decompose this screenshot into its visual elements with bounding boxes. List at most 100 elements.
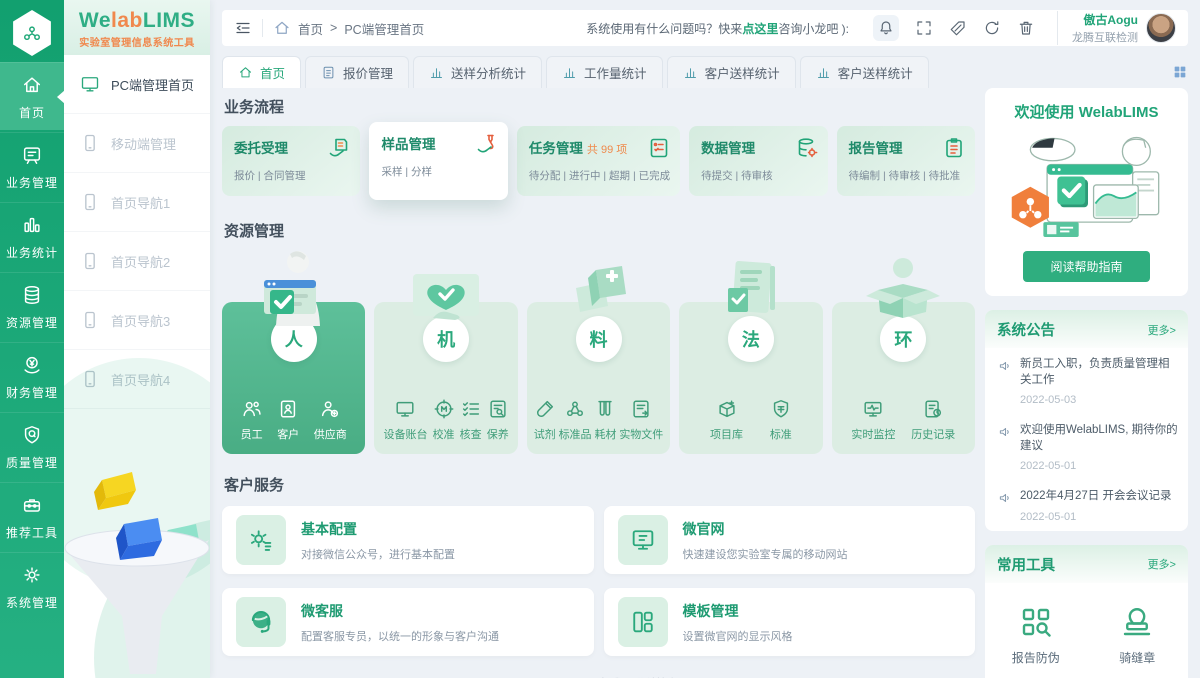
- rail-item-system-mgmt[interactable]: 系统管理: [0, 552, 64, 620]
- flow-card-title: 委托受理: [234, 141, 288, 156]
- fullscreen-icon[interactable]: [915, 19, 933, 37]
- flow-card-sample-mgmt[interactable]: 样品管理 采样 | 分样: [369, 122, 508, 200]
- resource-item-staff[interactable]: 员工: [241, 398, 263, 442]
- tool-report-antifake[interactable]: 报告防伪: [985, 591, 1087, 674]
- id-card-icon: [281, 400, 296, 418]
- chart-icon: [431, 68, 443, 78]
- subnav-item-mobile[interactable]: 移动端管理: [64, 114, 210, 173]
- resource-item-realtime-monitor[interactable]: 实时监控: [851, 398, 895, 442]
- flow-card-data-mgmt[interactable]: 数据管理 待提交 | 待审核: [689, 126, 828, 196]
- resource-card-method[interactable]: 法 项目库 标准: [679, 302, 823, 454]
- subnav-item-label: 首页导航4: [111, 372, 171, 388]
- rail-item-quality-mgmt[interactable]: 质量管理: [0, 412, 64, 480]
- stamp-icon: [1124, 607, 1151, 635]
- grid-layout-icon[interactable]: [1172, 64, 1188, 80]
- app-logo-hexagon[interactable]: [13, 10, 51, 56]
- resource-item-reagent[interactable]: 试剂: [534, 398, 556, 442]
- flow-card-report-mgmt[interactable]: 报告管理 待编制 | 待审核 | 待批准: [836, 126, 975, 196]
- resource-item-maintenance[interactable]: 保养: [487, 398, 509, 442]
- secondary-sidebar: WelabLIMS 实验室管理信息系统工具 PC端管理首页 移动端管理 首页导航…: [64, 0, 210, 678]
- tab-customer-sample-stats-2[interactable]: 客户送样统计: [799, 56, 929, 88]
- logo-lims: LIMS: [142, 9, 196, 32]
- resource-item-customer[interactable]: 客户: [277, 398, 299, 442]
- read-help-guide-button[interactable]: 阅读帮助指南: [1023, 251, 1150, 282]
- tools-more-link[interactable]: 更多>: [1148, 556, 1176, 572]
- resource-item-history[interactable]: 历史记录: [911, 398, 955, 442]
- resource-item-standard[interactable]: 标准: [770, 398, 792, 442]
- section-title-resource: 资源管理: [224, 223, 285, 240]
- service-card-grid: 基本配置 对接微信公众号，进行基本配置 微官网 快速建设您实验室专属的移动网站: [222, 506, 975, 656]
- monitor-icon: [81, 77, 99, 92]
- tool-seam-stamp[interactable]: 骑缝章: [1087, 591, 1189, 674]
- subnav-item-nav1[interactable]: 首页导航1: [64, 173, 210, 232]
- help-link[interactable]: 点这里: [742, 22, 778, 36]
- notice-text: 2022年4月27日 开会会议记录: [1020, 490, 1172, 503]
- user-menu[interactable]: 傲古Aogu 龙腾互联检测: [1057, 11, 1176, 45]
- resource-item-verification[interactable]: 核查: [460, 398, 482, 442]
- tubes-icon: [598, 400, 613, 416]
- resource-item-label: 耗材: [594, 429, 617, 441]
- tool-standard-update[interactable]: 标准更新: [985, 674, 1087, 678]
- subnav-item-pc-home[interactable]: PC端管理首页: [64, 55, 210, 114]
- rail-item-finance-mgmt[interactable]: 财务管理: [0, 342, 64, 410]
- resource-item-supplier[interactable]: 供应商: [314, 398, 347, 442]
- service-card-template-mgmt[interactable]: 模板管理 设置微官网的显示风格: [603, 588, 975, 656]
- subnav-item-nav2[interactable]: 首页导航2: [64, 232, 210, 291]
- qrcode-search-icon: [1022, 608, 1051, 637]
- tab-quote-mgmt[interactable]: 报价管理: [305, 56, 410, 88]
- service-card-micro-site[interactable]: 微官网 快速建设您实验室专属的移动网站: [603, 506, 975, 574]
- rail-item-resource-mgmt[interactable]: 资源管理: [0, 272, 64, 340]
- layout-template-icon: [617, 597, 668, 647]
- menu-fold-icon[interactable]: [234, 19, 252, 37]
- tab-sample-analysis-stats[interactable]: 送样分析统计: [413, 56, 543, 88]
- notification-button[interactable]: [873, 15, 899, 41]
- welcome-illustration: [1011, 136, 1160, 238]
- resource-item-calibration[interactable]: 校准: [433, 398, 455, 442]
- resource-card-machine[interactable]: 机 设备账台 校准 核查 保养: [374, 302, 518, 454]
- resource-card-material[interactable]: 料 试剂 标准品 耗材 实物文件: [526, 302, 671, 454]
- subnav-item-nav4[interactable]: 首页导航4: [64, 350, 210, 409]
- home-icon: [275, 21, 289, 34]
- tab-workload-stats[interactable]: 工作量统计: [546, 56, 663, 88]
- resource-item-consumables[interactable]: 耗材: [594, 398, 616, 442]
- brand-logo-text: WelabLIMS: [64, 9, 210, 33]
- trash-icon[interactable]: [1017, 19, 1035, 37]
- rail-item-home[interactable]: 首页: [0, 62, 65, 130]
- test-tube-icon: [536, 400, 553, 417]
- rail-item-recommended-tools[interactable]: 推荐工具: [0, 482, 64, 550]
- resource-card-people[interactable]: 人 员工 客户 供应商: [222, 302, 366, 454]
- resource-item-standard-sample[interactable]: 标准品: [559, 398, 592, 442]
- subnav-item-nav3[interactable]: 首页导航3: [64, 291, 210, 350]
- notice-item[interactable]: 新员工入职，负责质量管理相关工作 2022-05-03: [985, 348, 1188, 414]
- notice-item[interactable]: 2022年4月27日 开会会议记录 2022-05-01: [985, 480, 1188, 531]
- breadcrumb-home[interactable]: 首页: [298, 19, 323, 38]
- tag-icon[interactable]: [949, 19, 967, 37]
- flask-hand-icon: [477, 134, 494, 153]
- tool-system-mgmt[interactable]: 系统管理: [1087, 674, 1189, 678]
- home-icon: [23, 77, 41, 93]
- resource-item-project-library[interactable]: 项目库: [710, 398, 743, 442]
- resource-item-equipment[interactable]: 设备账台: [383, 398, 427, 442]
- flow-card-title: 数据管理: [701, 141, 756, 156]
- rail-item-business-mgmt[interactable]: 业务管理: [0, 132, 64, 200]
- database-icon: [24, 286, 40, 304]
- notice-text: 新员工入职，负责质量管理相关工作: [1020, 358, 1170, 386]
- flow-card-entrustment[interactable]: 委托受理 报价 | 合同管理: [222, 126, 361, 196]
- flow-card-task-mgmt[interactable]: 任务管理共 99 项 待分配 | 进行中 | 超期 | 已完成: [516, 126, 681, 196]
- tab-customer-sample-stats[interactable]: 客户送样统计: [666, 56, 796, 88]
- flow-card-title: 样品管理: [381, 137, 436, 152]
- resource-card-environment[interactable]: 环 实时监控 历史记录: [831, 302, 976, 454]
- avatar[interactable]: [1146, 13, 1176, 43]
- primary-sidebar: 首页 业务管理 业务统计 资源管理 财务管理 质量管理 推荐工具 系统管理: [0, 0, 65, 678]
- service-card-micro-support[interactable]: 微客服 配置客服专员，以统一的形象与客户沟通: [222, 588, 594, 656]
- service-card-basic-config[interactable]: 基本配置 对接微信公众号，进行基本配置: [222, 506, 594, 574]
- notice-more-link[interactable]: 更多>: [1148, 322, 1176, 338]
- tab-home[interactable]: 首页: [222, 56, 302, 88]
- document-icon: [323, 66, 334, 79]
- resource-item-physical-docs[interactable]: 实物文件: [619, 398, 663, 442]
- service-card-title: 基本配置: [301, 520, 357, 537]
- rail-item-business-stats[interactable]: 业务统计: [0, 202, 64, 270]
- breadcrumb[interactable]: 首页 > PC端管理首页: [273, 19, 424, 38]
- notice-item[interactable]: 欢迎使用WelabLIMS, 期待你的建议 2022-05-01: [985, 414, 1188, 480]
- refresh-icon[interactable]: [983, 19, 1001, 37]
